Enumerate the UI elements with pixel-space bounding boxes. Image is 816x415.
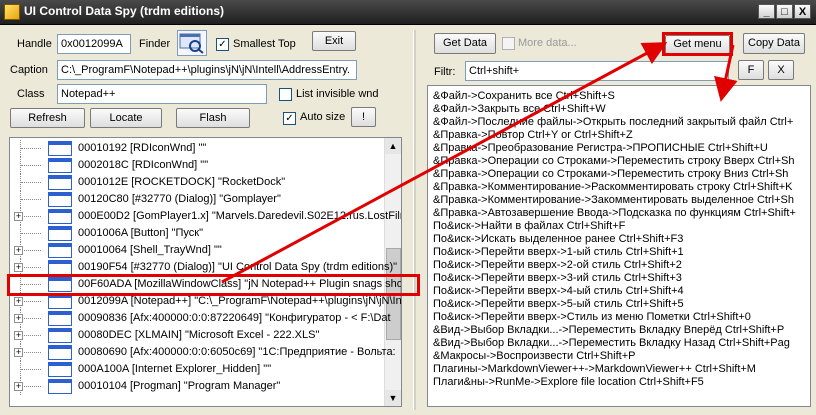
arrow-to-menu-list: [714, 44, 738, 102]
annotation-arrows: [221, 42, 738, 284]
arrow-to-get-menu: [221, 42, 668, 284]
